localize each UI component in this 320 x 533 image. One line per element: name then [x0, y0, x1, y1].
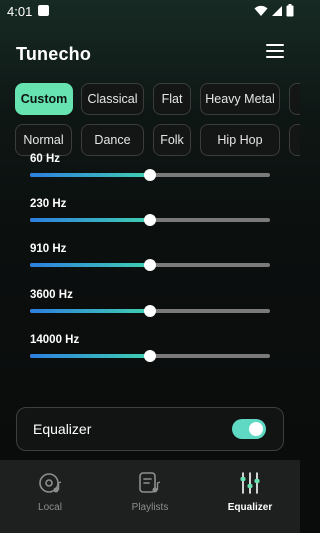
preset-grid: Custom Classical Flat Heavy Metal Normal…	[15, 83, 300, 159]
battery-icon	[286, 4, 294, 17]
band-3600hz: 3600 Hz	[30, 289, 270, 325]
nav-label: Playlists	[131, 502, 169, 513]
preset-heavy-metal[interactable]: Heavy Metal	[200, 83, 280, 115]
preset-folk[interactable]: Folk	[153, 124, 191, 156]
band-60hz: 60 Hz	[30, 153, 270, 189]
preset-flat[interactable]: Flat	[153, 83, 191, 115]
preset-dance[interactable]: Dance	[81, 124, 144, 156]
preset-overflow[interactable]	[289, 124, 300, 156]
equalizer-sliders-icon	[240, 472, 260, 494]
notification-icon	[38, 5, 49, 16]
preset-overflow[interactable]	[289, 83, 300, 115]
band-thumb[interactable]	[144, 350, 156, 362]
signal-icon	[272, 5, 282, 16]
nav-label: Equalizer	[227, 502, 273, 513]
band-thumb[interactable]	[144, 305, 156, 317]
wifi-icon	[254, 5, 268, 16]
band-thumb[interactable]	[144, 169, 156, 181]
band-fill	[30, 354, 150, 358]
band-slider[interactable]	[30, 169, 270, 181]
band-fill	[30, 263, 150, 267]
menu-button[interactable]	[266, 44, 284, 60]
band-label: 230 Hz	[30, 198, 67, 210]
band-slider[interactable]	[30, 350, 270, 362]
band-label: 910 Hz	[30, 243, 67, 255]
band-slider[interactable]	[30, 305, 270, 317]
bottom-nav: Local Playlists Equalizer	[0, 460, 300, 533]
band-slider[interactable]	[30, 214, 270, 226]
band-fill	[30, 218, 150, 222]
preset-normal[interactable]: Normal	[15, 124, 72, 156]
band-910hz: 910 Hz	[30, 243, 270, 279]
preset-hip-hop[interactable]: Hip Hop	[200, 124, 280, 156]
band-thumb[interactable]	[144, 259, 156, 271]
band-230hz: 230 Hz	[30, 198, 270, 234]
band-label: 60 Hz	[30, 153, 61, 165]
band-slider[interactable]	[30, 259, 270, 271]
preset-classical[interactable]: Classical	[81, 83, 144, 115]
playlist-note-icon	[139, 472, 161, 493]
vinyl-note-icon	[39, 473, 62, 493]
app-header: Tunecho	[0, 36, 300, 72]
band-fill	[30, 309, 150, 313]
band-14000hz: 14000 Hz	[30, 334, 270, 370]
nav-equalizer[interactable]: Equalizer	[200, 470, 300, 513]
equalizer-switch[interactable]	[232, 419, 266, 439]
band-fill	[30, 173, 150, 177]
band-label: 3600 Hz	[30, 289, 73, 301]
band-thumb[interactable]	[144, 214, 156, 226]
app-title: Tunecho	[16, 44, 92, 64]
equalizer-toggle-card: Equalizer	[16, 407, 284, 451]
nav-playlists[interactable]: Playlists	[100, 470, 200, 513]
nav-local[interactable]: Local	[0, 470, 100, 513]
status-icons	[254, 4, 294, 17]
equalizer-toggle-label: Equalizer	[33, 421, 92, 437]
band-label: 14000 Hz	[30, 334, 80, 346]
status-bar: 4:01	[0, 0, 300, 24]
nav-label: Local	[38, 502, 62, 513]
switch-knob	[249, 422, 263, 436]
status-time: 4:01	[7, 4, 33, 19]
preset-custom[interactable]: Custom	[15, 83, 73, 115]
menu-icon	[266, 44, 284, 46]
